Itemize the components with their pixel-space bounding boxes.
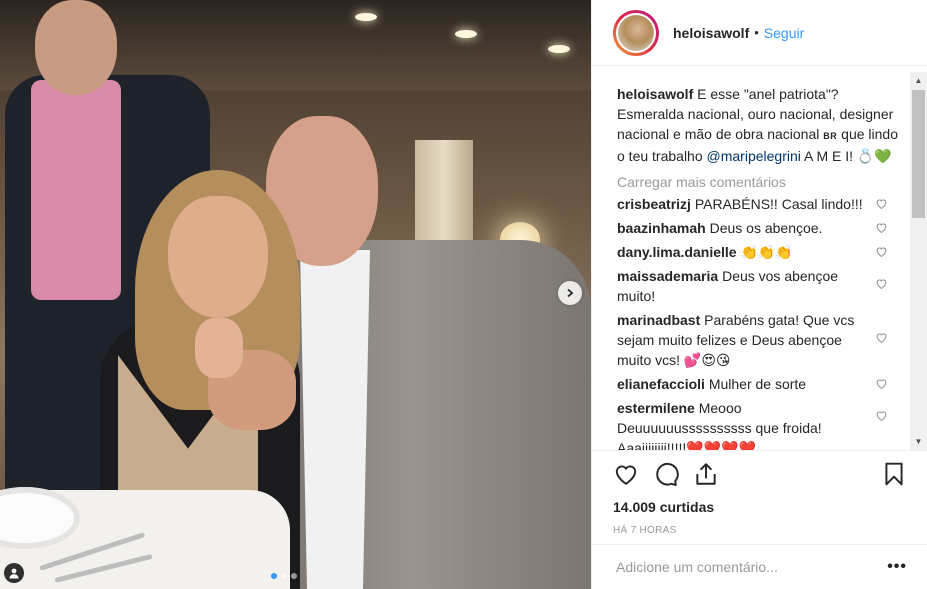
comment-text: Deus os abençoe. (709, 220, 823, 236)
comment: baazinhamah Deus os abençoe. (617, 218, 887, 238)
photo-hand-with-ring (195, 318, 243, 378)
post-header: heloisawolf • Seguir (592, 0, 927, 66)
caption: heloisawolf E esse "anel patriota"? Esme… (617, 84, 907, 166)
comment-text: PARABÉNS!! Casal lindo!!! (694, 196, 863, 212)
header-username[interactable]: heloisawolf (673, 25, 749, 41)
follow-button[interactable]: Seguir (764, 25, 804, 41)
ceiling-light (355, 13, 377, 21)
comment: crisbeatrizj PARABÉNS!! Casal lindo!!! (617, 194, 887, 214)
comment: dany.lima.danielle 👏👏👏 (617, 242, 887, 262)
scroll-down-icon[interactable]: ▼ (910, 433, 927, 450)
heart-icon[interactable] (875, 377, 888, 390)
comment-username[interactable]: crisbeatrizj (617, 196, 691, 212)
avatar[interactable] (613, 9, 659, 56)
caption-mention[interactable]: @maripelegrini (707, 148, 801, 164)
comment-text: 👏👏👏 (740, 244, 793, 260)
comment-icon[interactable] (653, 461, 679, 487)
heart-icon[interactable] (875, 221, 888, 234)
comment-text: Mulher de sorte (708, 376, 807, 392)
next-photo-button[interactable] (558, 281, 582, 305)
carousel-dots (271, 573, 297, 579)
comment-username[interactable]: marinadbast (617, 312, 700, 328)
add-comment-bar: ••• (592, 544, 927, 589)
comment-username[interactable]: elianefaccioli (617, 376, 705, 392)
comment-username[interactable]: dany.lima.danielle (617, 244, 737, 260)
carousel-dot (291, 573, 297, 579)
scrollbar-thumb[interactable] (912, 90, 925, 218)
caption-text-3: A M E I! (804, 148, 854, 164)
comments-list: heloisawolf E esse "anel patriota"? Esme… (592, 67, 912, 450)
post-actions: 14.009 curtidas HÁ 7 HORAS (592, 450, 927, 536)
heart-icon[interactable] (875, 409, 888, 422)
action-bar (613, 451, 907, 497)
photo-face (168, 196, 268, 318)
heart-icon[interactable] (613, 461, 639, 487)
comment: elianefaccioli Mulher de sorte (617, 374, 887, 394)
more-options-button[interactable]: ••• (887, 558, 907, 576)
header-separator: • (754, 25, 759, 40)
carousel-dot (281, 573, 287, 579)
bookmark-icon[interactable] (881, 461, 907, 487)
comment: marinadbast Parabéns gata! Que vcs sejam… (617, 310, 887, 370)
carousel-dot (271, 573, 277, 579)
heart-icon[interactable] (875, 245, 888, 258)
chevron-right-icon (567, 288, 574, 298)
post-panel: heloisawolf • Seguir heloisawolf E esse … (591, 0, 927, 589)
caption-username[interactable]: heloisawolf (617, 86, 693, 102)
scroll-up-icon[interactable]: ▲ (910, 72, 927, 89)
ceiling-light (548, 45, 570, 53)
comment-username[interactable]: estermilene (617, 400, 695, 416)
post-timestamp[interactable]: HÁ 7 HORAS (613, 525, 907, 536)
likes-count[interactable]: 14.009 curtidas (613, 499, 907, 515)
ceiling-light (455, 30, 477, 38)
comment: estermilene Meooo Deuuuuuussssssssss que… (617, 398, 887, 450)
comment: maissademaria Deus vos abençoe muito! (617, 266, 887, 306)
caption-emoji: 💍💚 (856, 148, 892, 164)
user-tag-icon[interactable] (4, 563, 24, 583)
comments-scrollbar[interactable]: ▲ ▼ (910, 72, 927, 450)
load-more-comments[interactable]: Carregar mais comentários (617, 174, 912, 190)
heart-icon[interactable] (875, 331, 888, 344)
comment-username[interactable]: maissademaria (617, 268, 718, 284)
comment-username[interactable]: baazinhamah (617, 220, 706, 236)
heart-icon[interactable] (875, 277, 888, 290)
comment-input[interactable] (616, 559, 888, 575)
share-icon[interactable] (693, 461, 719, 487)
caption-flag: BR (823, 131, 838, 141)
post-photo[interactable] (0, 0, 591, 589)
heart-icon[interactable] (875, 197, 888, 210)
